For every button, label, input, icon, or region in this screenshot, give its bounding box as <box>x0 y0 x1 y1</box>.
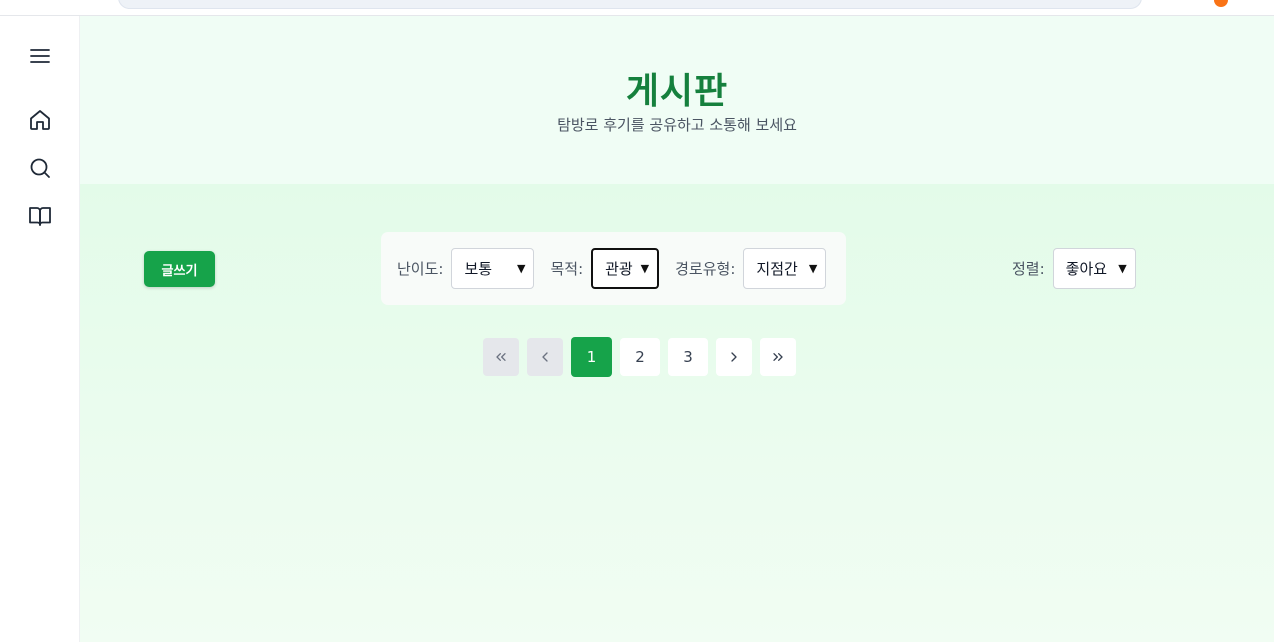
chevron-down-icon: ▼ <box>517 262 526 275</box>
chevrons-left-icon <box>496 353 506 361</box>
page-title: 게시판 <box>625 71 729 112</box>
route-type-label: 경로유형: <box>675 260 736 278</box>
main-content: 게시판 탐방로 후기를 공유하고 소통해 보세요 글쓰기 난이도: 보통 ▼ 목… <box>80 16 1274 642</box>
difficulty-value: 보통 <box>464 260 493 278</box>
home-button[interactable] <box>22 102 58 138</box>
global-search-bar[interactable] <box>118 0 1142 9</box>
chevron-left-icon <box>542 352 548 362</box>
purpose-select[interactable]: 관광 ▼ <box>591 248 660 289</box>
sidebar <box>0 16 80 642</box>
last-page-button[interactable] <box>760 338 796 376</box>
sort-label: 정렬: <box>1012 260 1045 278</box>
page-header: 게시판 탐방로 후기를 공유하고 소통해 보세요 <box>80 16 1274 184</box>
top-bar <box>0 0 1274 16</box>
page-subtitle: 탐방로 후기를 공유하고 소통해 보세요 <box>557 116 797 134</box>
notification-badge[interactable] <box>1214 0 1228 7</box>
chevrons-right-icon <box>773 353 783 361</box>
difficulty-label: 난이도: <box>397 260 444 278</box>
board-button[interactable] <box>22 198 58 234</box>
menu-button[interactable] <box>22 38 58 74</box>
page-button-1[interactable]: 1 <box>571 337 612 377</box>
menu-icon <box>30 49 50 63</box>
prev-page-button[interactable] <box>527 338 563 376</box>
chevron-down-icon: ▼ <box>808 262 818 275</box>
route-type-select[interactable]: 지점간 ▼ <box>743 248 827 289</box>
next-page-button[interactable] <box>716 338 752 376</box>
first-page-button[interactable] <box>483 338 519 376</box>
chevron-right-icon <box>731 352 737 362</box>
home-icon <box>30 110 50 130</box>
board-section: 글쓰기 난이도: 보통 ▼ 목적: 관광 ▼ 경로유형: 지점간 ▼ 정렬: 좋… <box>80 184 1274 642</box>
page-button-2[interactable]: 2 <box>620 338 660 376</box>
pagination: 1 2 3 <box>483 337 796 377</box>
purpose-label: 목적: <box>550 260 584 278</box>
book-icon <box>29 207 51 226</box>
sort-select[interactable]: 좋아요 ▼ <box>1052 248 1136 289</box>
difficulty-select[interactable]: 보통 ▼ <box>451 248 535 289</box>
search-button[interactable] <box>22 150 58 186</box>
sort-control: 정렬: 좋아요 ▼ <box>1012 248 1136 289</box>
page-button-3[interactable]: 3 <box>668 338 708 376</box>
chevron-down-icon: ▼ <box>1118 262 1127 275</box>
filter-panel: 난이도: 보통 ▼ 목적: 관광 ▼ 경로유형: 지점간 ▼ <box>381 232 846 305</box>
sort-value: 좋아요 <box>1065 260 1108 278</box>
search-icon <box>30 158 50 178</box>
chevron-down-icon: ▼ <box>640 262 650 275</box>
purpose-value: 관광 <box>605 260 633 278</box>
write-post-button[interactable]: 글쓰기 <box>144 251 215 287</box>
route-type-value: 지점간 <box>756 260 798 278</box>
